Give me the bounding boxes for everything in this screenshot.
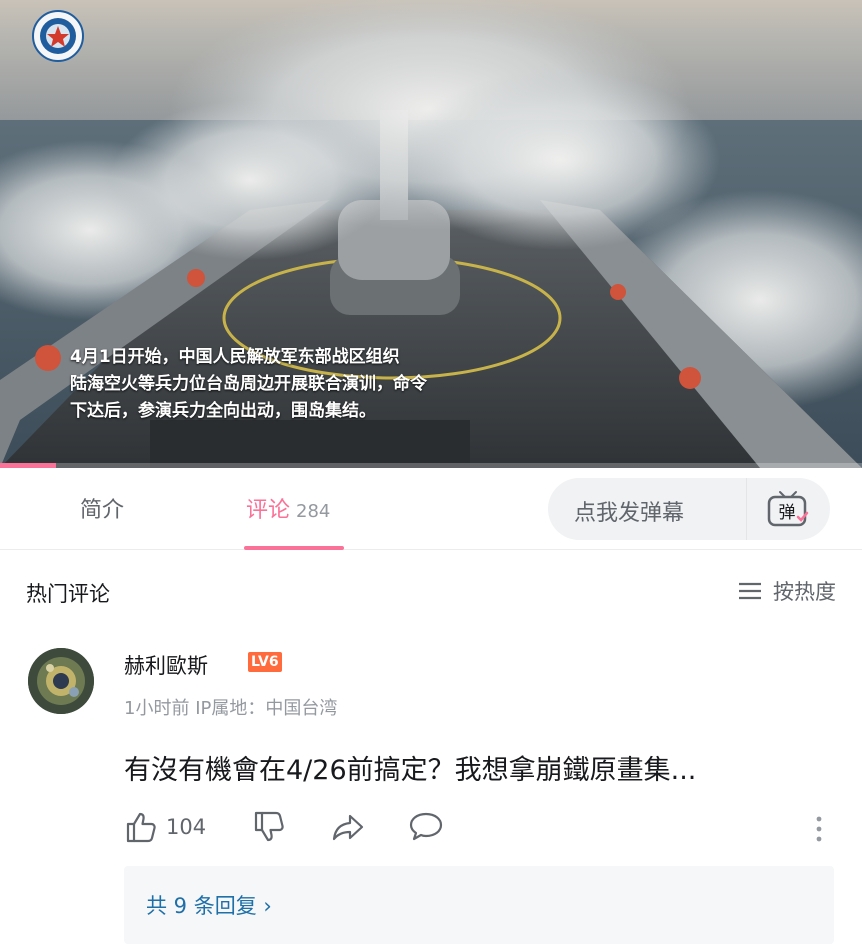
subtitle-line: 下达后，参演兵力全向出动，围岛集结。 <box>70 401 376 421</box>
subtitle-line: 4月1日开始，中国人民解放军东部战区组织 <box>70 347 400 367</box>
comment-time: 1小时前 <box>124 698 190 719</box>
avatar[interactable] <box>28 648 94 714</box>
danmaku-toggle-button[interactable]: 弹 <box>766 489 810 529</box>
thumbs-up-icon <box>126 812 156 843</box>
video-player[interactable]: 4月1日开始，中国人民解放军东部战区组织 陆海空火等兵力位台岛周边开展联合演训，… <box>0 0 862 468</box>
dislike-button[interactable] <box>252 810 286 844</box>
comment-text: 有沒有機會在4/26前搞定？我想拿崩鐵原畫集... <box>124 755 697 786</box>
replies-preview: 共 9 条回复 › <box>124 866 834 944</box>
tab-intro[interactable]: 简介 <box>80 492 124 524</box>
thumbs-down-icon <box>254 811 284 842</box>
comment-ip-location: IP属地：中国台湾 <box>195 698 338 719</box>
share-arrow-icon <box>332 814 364 841</box>
share-button[interactable] <box>330 810 366 844</box>
like-button[interactable]: 104 <box>124 810 206 844</box>
comment-meta: 1小时前 IP属地：中国台湾 <box>124 694 337 720</box>
danmaku-tv-icon: 弹 <box>767 491 809 527</box>
tab-comments-label: 评论 <box>246 498 291 523</box>
comment-actions: 104 <box>124 810 824 850</box>
view-replies-link[interactable]: 共 9 条回复 › <box>146 890 272 920</box>
chevron-right-icon: › <box>263 894 272 918</box>
danmaku-input[interactable]: 点我发弹幕 弹 <box>548 478 830 540</box>
svg-text:弹: 弹 <box>779 503 796 523</box>
sort-label: 按热度 <box>773 580 836 604</box>
tab-bar: 简介 评论 284 点我发弹幕 弹 <box>0 468 862 550</box>
channel-emblem-icon <box>32 10 84 62</box>
video-subtitle: 4月1日开始，中国人民解放军东部战区组织 陆海空火等兵力位台岛周边开展联合演训，… <box>70 344 540 425</box>
danmaku-placeholder: 点我发弹幕 <box>574 501 685 526</box>
comment-username[interactable]: 赫利歐斯 <box>124 650 208 680</box>
like-count: 104 <box>166 815 207 839</box>
comment-count: 284 <box>296 501 331 522</box>
tab-intro-label: 简介 <box>80 498 125 523</box>
hot-comments-header: 热门评论 按热度 <box>0 550 862 630</box>
hot-comments-title: 热门评论 <box>26 582 110 606</box>
more-vertical-icon <box>816 816 822 842</box>
video-detail-page: 4月1日开始，中国人民解放军东部战区组织 陆海空火等兵力位台岛周边开展联合演训，… <box>0 0 862 944</box>
chat-bubble-icon <box>409 812 443 841</box>
replies-count-label: 共 9 条回复 <box>146 894 257 918</box>
sort-menu-icon <box>739 582 761 600</box>
subtitle-line: 陆海空火等兵力位台岛周边开展联合演训，命令 <box>70 374 427 394</box>
tab-comments[interactable]: 评论 284 <box>246 492 330 524</box>
comment-item: 赫利歐斯 LV6 1小时前 IP属地：中国台湾 有沒有機會在4/26前搞定？我想… <box>0 630 862 944</box>
avatar-image <box>28 648 94 714</box>
user-level-badge: LV6 <box>248 652 282 672</box>
divider <box>746 478 747 540</box>
more-options-button[interactable] <box>814 814 824 848</box>
sort-button[interactable]: 按热度 <box>737 576 836 606</box>
reply-button[interactable] <box>408 810 444 844</box>
